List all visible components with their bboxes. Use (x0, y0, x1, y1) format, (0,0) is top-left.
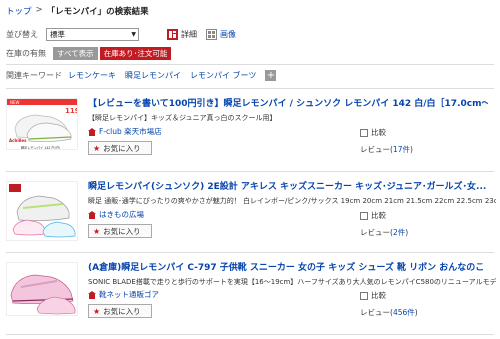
product-title-link[interactable]: 瞬足レモンパイ(シュンソク) 2E設計 アキレス キッズスニーカー キッズ･ジュ… (88, 179, 488, 192)
sort-label: 並び替え (6, 29, 38, 39)
shop-icon (88, 127, 96, 136)
favorite-button[interactable]: ★ お気に入り (88, 224, 152, 238)
favorite-button[interactable]: ★ お気に入り (88, 141, 152, 155)
related-keyword-link[interactable]: レモンパイ ブーツ (190, 70, 256, 81)
favorite-label: お気に入り (103, 143, 141, 153)
result-item: (A倉庫)瞬足レモンパイ C-797 子供靴 スニーカー 女の子 キッズ シュー… (6, 260, 496, 330)
related-keywords: 関連キーワード レモンケーキ 瞬足レモンパイ レモンパイ ブーツ + (6, 70, 277, 81)
breadcrumb: トップ > 「レモンパイ」の検索結果 (6, 5, 149, 17)
review-close: ) (409, 145, 413, 154)
review-close: ) (405, 228, 409, 237)
review-count: レビュー(17件) (360, 144, 413, 155)
shop-link[interactable]: はきもの広場 (88, 209, 144, 220)
star-icon: ★ (93, 306, 101, 316)
list-view-icon[interactable] (167, 28, 178, 40)
breadcrumb-home-link[interactable]: トップ (6, 5, 32, 17)
compare-checkbox[interactable]: 比較 (360, 210, 386, 221)
shop-link[interactable]: F-club 楽天市場店 (88, 126, 162, 137)
stock-filter: 在庫の有無 すべて表示 在庫あり･注文可能 (6, 47, 173, 60)
view-image-link[interactable]: 画像 (220, 29, 236, 40)
thumb-brand: Achilles (9, 138, 27, 143)
favorite-label: お気に入り (103, 226, 141, 236)
more-keywords-button[interactable]: + (265, 70, 277, 81)
related-keyword-link[interactable]: レモンケーキ (68, 70, 116, 81)
product-thumbnail[interactable] (6, 262, 78, 316)
product-description: SONIC BLADE搭載で走りと歩行のサポートを実現【16～19cm】ハーフサ… (88, 278, 496, 286)
stock-instock-button[interactable]: 在庫あり･注文可能 (99, 47, 172, 60)
view-detail-label[interactable]: 詳細 (181, 29, 197, 40)
thumb-label: 瞬足レモンパイ 142 白(白) (21, 145, 60, 150)
breadcrumb-current: 「レモンパイ」の検索結果 (46, 7, 149, 17)
review-label: レビュー( (360, 145, 393, 154)
thumb-banner: NEW (10, 100, 20, 105)
product-thumbnail[interactable] (6, 181, 78, 241)
sort-select-value: 標準 (50, 29, 65, 39)
shop-icon (88, 290, 96, 299)
result-item: NEW 1190 Achilles 瞬足レモンパイ 142 白(白) 【レビュー… (6, 96, 494, 166)
shoe-image-icon (7, 263, 77, 315)
favorite-label: お気に入り (103, 306, 141, 316)
breadcrumb-separator: > (35, 5, 43, 15)
review-link[interactable]: 17件 (393, 145, 410, 154)
related-keyword-link[interactable]: 瞬足レモンパイ (125, 70, 181, 81)
divider (6, 171, 494, 172)
divider (6, 64, 494, 65)
review-count: レビュー(456件) (360, 307, 418, 318)
product-description: 瞬足 通販･通学にぴったりの爽やかさが魅力的！ 白レインボー/ピンク/サックス … (88, 197, 496, 205)
compare-checkbox[interactable]: 比較 (360, 127, 386, 138)
related-label: 関連キーワード (6, 71, 62, 80)
compare-checkbox[interactable]: 比較 (360, 290, 386, 301)
shop-name: F-club 楽天市場店 (99, 127, 162, 136)
review-link[interactable]: 456件 (393, 308, 415, 317)
sort-select[interactable]: 標準 ▼ (46, 27, 139, 41)
grid-view-icon[interactable] (206, 28, 217, 40)
review-link[interactable]: 2件 (393, 228, 405, 237)
shop-icon (88, 210, 96, 219)
review-count: レビュー(2件) (360, 227, 408, 238)
checkbox[interactable] (360, 291, 368, 300)
checkbox[interactable] (360, 128, 368, 137)
stock-all-button[interactable]: すべて表示 (53, 47, 98, 60)
thumb-price: 1190 (65, 107, 78, 115)
result-item: 瞬足レモンパイ(シュンソク) 2E設計 アキレス キッズスニーカー キッズ･ジュ… (6, 179, 496, 249)
review-label: レビュー( (360, 308, 393, 317)
product-title-link[interactable]: 【レビューを書いて100円引き】瞬足レモンパイ / シュンソク レモンパイ 14… (88, 96, 488, 109)
stock-label: 在庫の有無 (6, 49, 46, 58)
divider (6, 252, 494, 253)
view-toggle: 詳細 画像 (167, 28, 242, 40)
divider (6, 334, 494, 335)
compare-label: 比較 (371, 128, 386, 137)
product-thumbnail[interactable]: NEW 1190 Achilles 瞬足レモンパイ 142 白(白) (6, 98, 78, 150)
compare-label: 比較 (371, 291, 386, 300)
shop-name: はきもの広場 (99, 210, 144, 219)
star-icon: ★ (93, 226, 101, 236)
shop-name: 靴ネット通販ゴア (99, 290, 159, 299)
divider (6, 88, 494, 89)
review-label: レビュー( (360, 228, 393, 237)
review-close: ) (414, 308, 418, 317)
checkbox[interactable] (360, 211, 368, 220)
compare-label: 比較 (371, 211, 386, 220)
shop-link[interactable]: 靴ネット通販ゴア (88, 289, 159, 300)
product-title-link[interactable]: (A倉庫)瞬足レモンパイ C-797 子供靴 スニーカー 女の子 キッズ シュー… (88, 260, 488, 273)
product-description: 【瞬足レモンパイ】キッズ＆ジュニア真っ白のスクール用】 (88, 114, 277, 122)
sort-toolbar: 並び替え 標準 ▼ 詳細 画像 (6, 26, 494, 42)
chevron-down-icon: ▼ (131, 30, 136, 38)
favorite-button[interactable]: ★ お気に入り (88, 304, 152, 318)
shoe-image-icon (7, 182, 77, 240)
shoe-image-icon: NEW 1190 Achilles 瞬足レモンパイ 142 白(白) (7, 99, 78, 150)
star-icon: ★ (93, 143, 101, 153)
